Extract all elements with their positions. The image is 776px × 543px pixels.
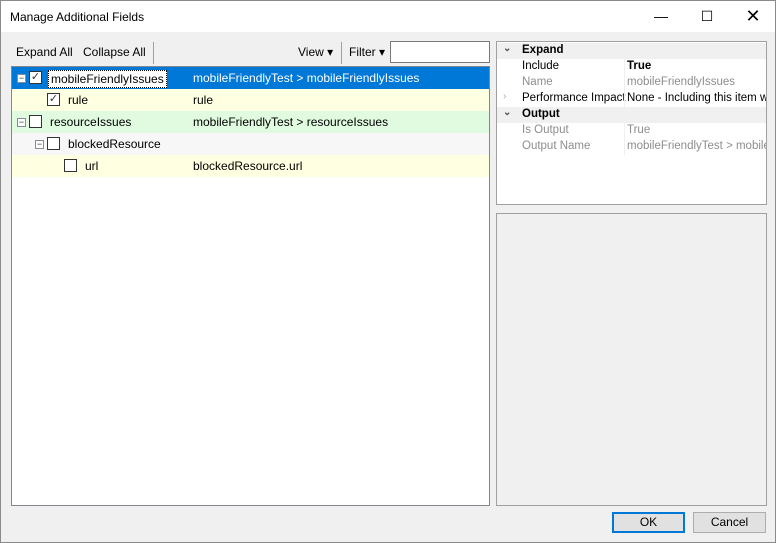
maximize-icon[interactable]: ☐ [684, 1, 730, 32]
property-is-output[interactable]: Is Output True [497, 123, 766, 139]
tree-row-blockedresource[interactable]: − blockedResource [12, 133, 489, 155]
description-panel [496, 213, 767, 506]
collapse-icon[interactable]: − [35, 140, 44, 149]
field-name: blockedResource [68, 137, 161, 151]
filter-input[interactable] [390, 41, 490, 63]
dialog-window: Manage Additional Fields — ☐ ✕ Expand Al… [0, 0, 776, 543]
toolbar-separator [341, 42, 342, 64]
chevron-down-icon[interactable]: ⌄ [503, 43, 511, 54]
tree-row-rule[interactable]: ✓ rule rule [12, 89, 489, 111]
field-path: mobileFriendlyTest > mobileFriendlyIssue… [193, 71, 420, 85]
property-grid[interactable]: ⌄ Expand Include True Name mobileFriendlyIs… [496, 41, 767, 205]
collapse-icon[interactable]: − [17, 118, 26, 127]
ok-button[interactable]: OK [612, 512, 685, 533]
field-name: url [85, 159, 99, 173]
minimize-icon[interactable]: — [638, 1, 684, 32]
checkbox-checked[interactable]: ✓ [47, 93, 60, 106]
field-name: resourceIssues [50, 115, 132, 129]
collapse-icon[interactable]: − [17, 74, 26, 83]
checkbox-unchecked[interactable] [47, 137, 60, 150]
view-dropdown[interactable]: View ▾ [298, 45, 333, 59]
fields-tree[interactable]: − ✓ mobileFriendlyIssues mobileFriendlyT… [11, 66, 490, 506]
chevron-right-icon[interactable]: › [503, 91, 506, 102]
checkbox-unchecked[interactable] [29, 115, 42, 128]
field-name: mobileFriendlyIssues [48, 70, 167, 88]
field-path: blockedResource.url [193, 159, 303, 173]
category-output[interactable]: ⌄ Output [497, 107, 766, 123]
property-name[interactable]: Name mobileFriendlyIssues [497, 75, 766, 91]
property-output-name[interactable]: Output NamemobileFriendlyTest > mobileFr… [497, 139, 766, 155]
collapse-all-button[interactable]: Collapse All [83, 45, 146, 59]
field-name: rule [68, 93, 89, 107]
chevron-down-icon[interactable]: ⌄ [503, 107, 511, 118]
checkbox-unchecked[interactable] [64, 159, 77, 172]
cancel-button[interactable]: Cancel [693, 512, 766, 533]
category-expand[interactable]: ⌄ Expand [497, 43, 766, 59]
expand-all-button[interactable]: Expand All [16, 45, 73, 59]
filter-dropdown[interactable]: Filter ▾ [349, 45, 385, 59]
title-bar: Manage Additional Fields — ☐ ✕ [1, 1, 775, 32]
property-include[interactable]: Include True [497, 59, 766, 75]
tree-row-url[interactable]: url blockedResource.url [12, 155, 489, 177]
close-icon[interactable]: ✕ [730, 1, 776, 32]
tree-row-resourceissues[interactable]: − resourceIssues mobileFriendlyTest > re… [12, 111, 489, 133]
window-title: Manage Additional Fields [10, 10, 145, 24]
toolbar-separator [153, 42, 154, 64]
tree-row-mobilefriendlyissues[interactable]: − ✓ mobileFriendlyIssues mobileFriendlyT… [12, 67, 489, 89]
field-path: mobileFriendlyTest > resourceIssues [193, 115, 389, 129]
checkbox-checked[interactable]: ✓ [29, 71, 42, 84]
property-performance-impact[interactable]: › Performance Impact None - Including this… [497, 91, 766, 107]
field-path: rule [193, 93, 214, 107]
